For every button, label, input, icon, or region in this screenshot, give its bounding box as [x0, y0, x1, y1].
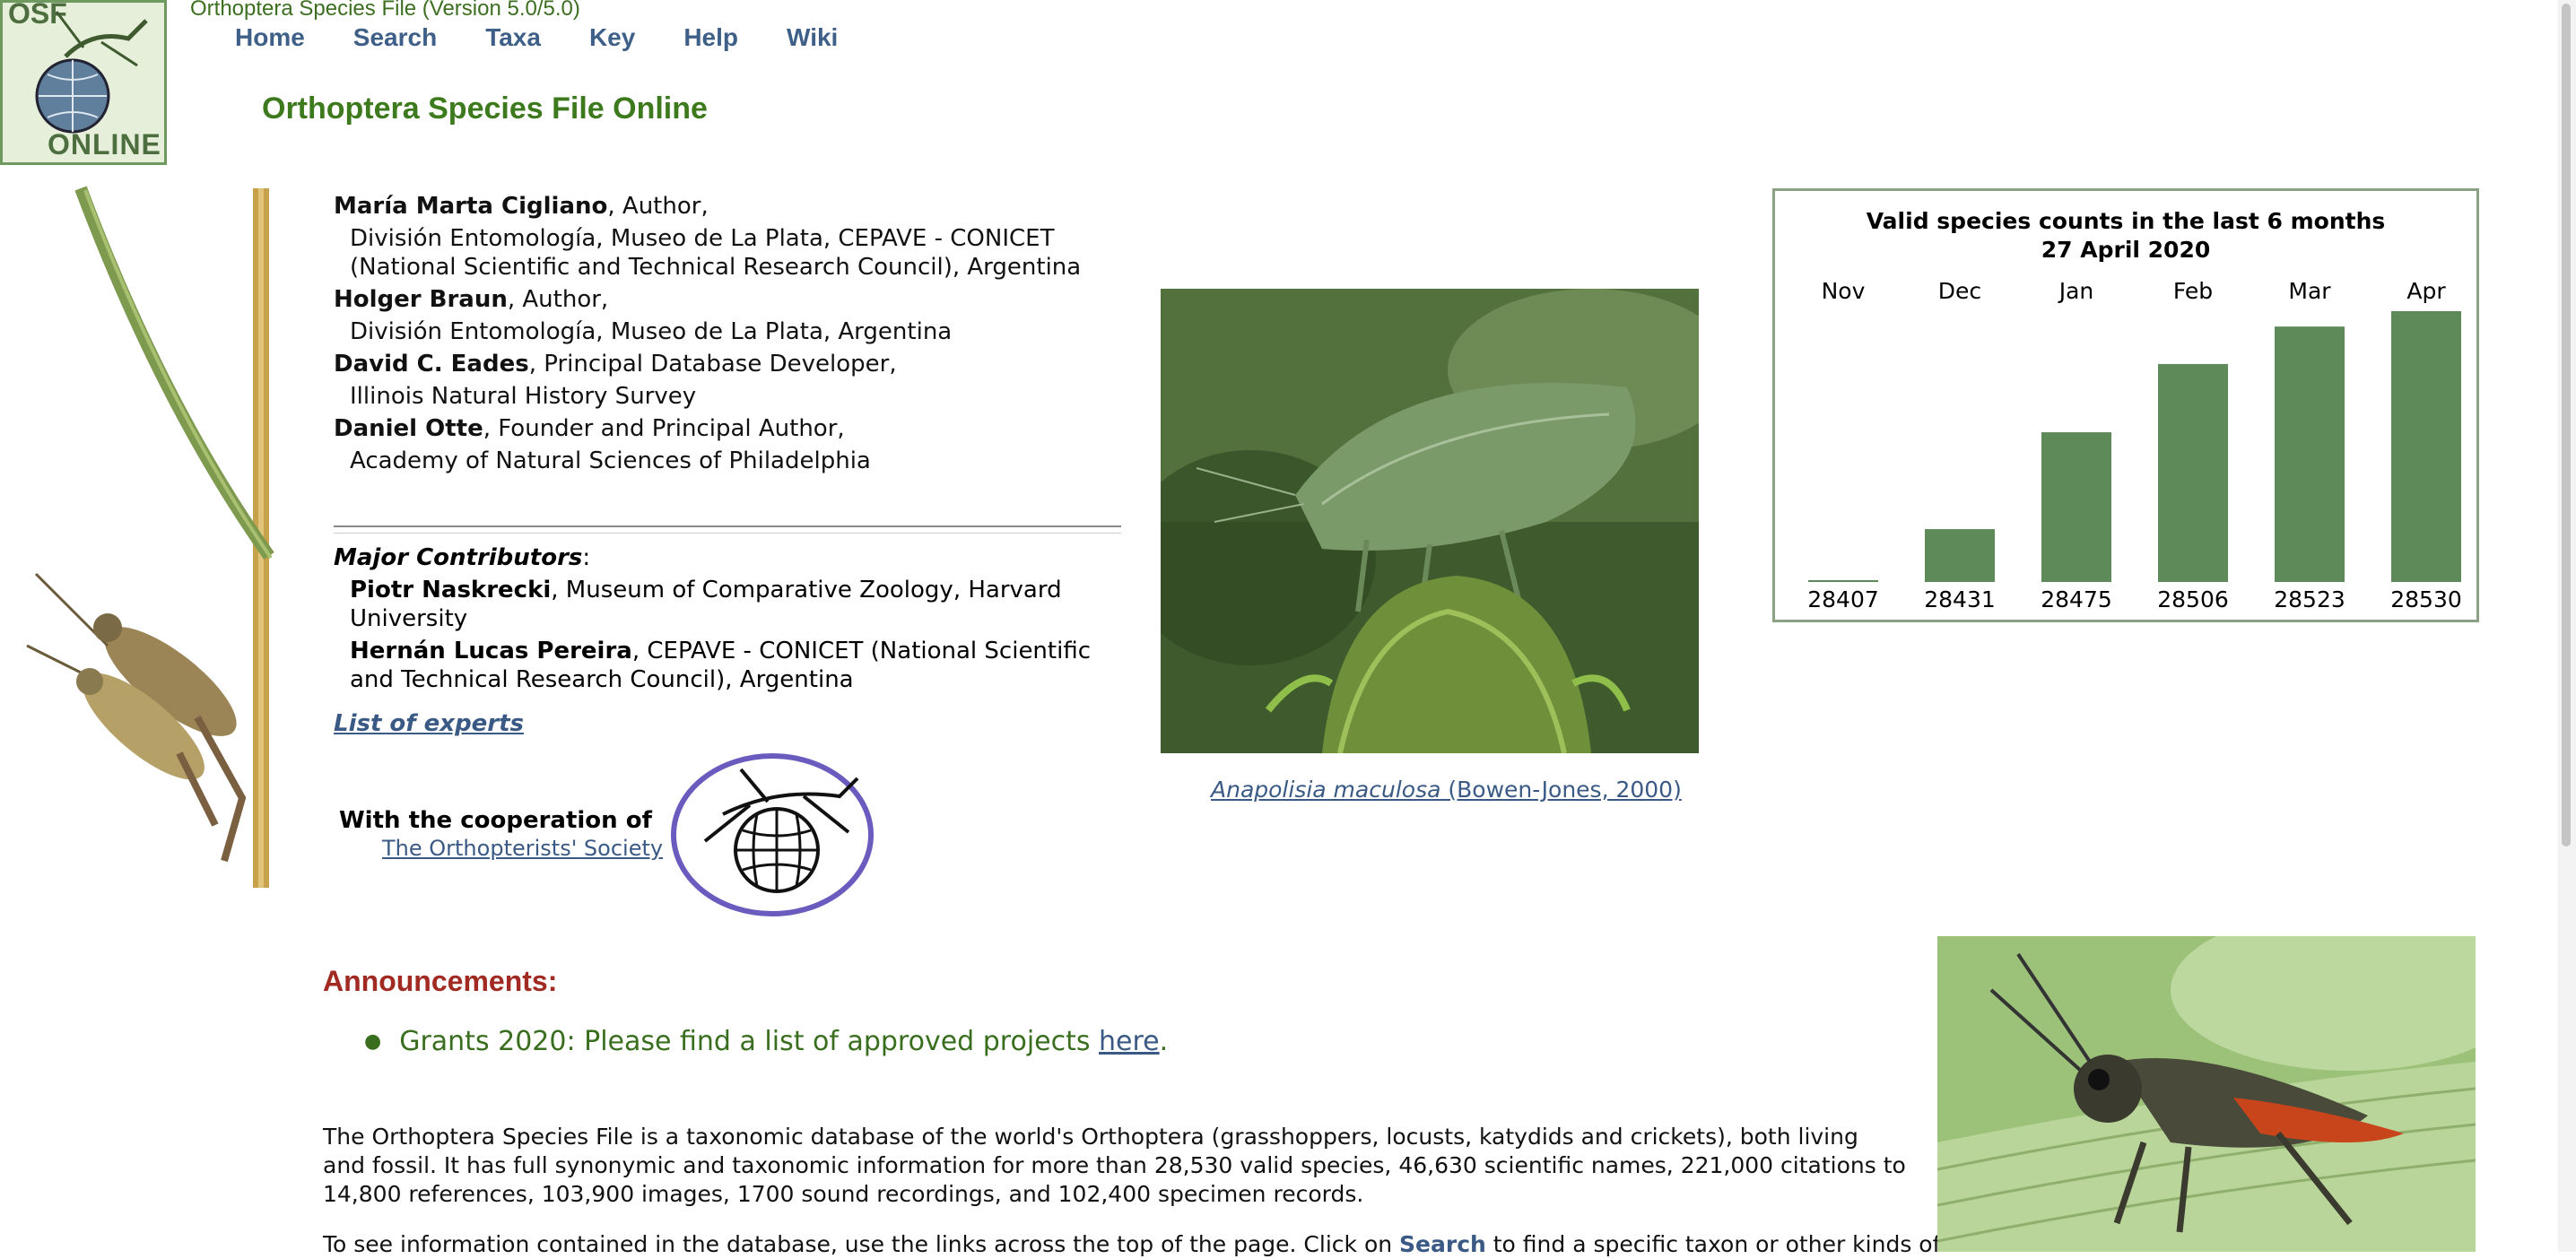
species-name: Anapolisia maculosa	[1211, 777, 1441, 803]
author-entry: Daniel Otte, Founder and Principal Autho…	[334, 414, 1123, 443]
authors-list: María Marta Cigliano, Author, División E…	[334, 192, 1123, 479]
list-of-experts-link[interactable]: List of experts	[334, 710, 524, 737]
chart-value-label: 28407	[1807, 586, 1879, 612]
osf-logo[interactable]: OSF ONLINE	[0, 0, 167, 165]
chart-bar	[2041, 432, 2111, 582]
chart-value-label: 28530	[2390, 586, 2462, 612]
chart-category-label: Feb	[2173, 278, 2213, 304]
chart-value-label: 28431	[1924, 586, 1996, 612]
announcements-title: Announcements:	[323, 965, 558, 997]
cooperation-label: With the cooperation of	[339, 807, 652, 834]
contributor-name: Hernán Lucas Pereira	[350, 638, 632, 664]
contributors-heading: Major Contributors	[334, 544, 583, 571]
grasshopper-on-stem-image	[26, 186, 274, 888]
author-affiliation: Illinois Natural History Survey	[350, 383, 697, 410]
author-role: , Principal Database Developer,	[528, 351, 897, 378]
chart-value-label: 28506	[2157, 586, 2229, 612]
author-name: Holger Braun	[334, 286, 508, 313]
instructions-text-end: to find a specific taxon or other kinds …	[1485, 1231, 1941, 1257]
announcement-end: .	[1159, 1026, 1169, 1057]
announcement-item: ● Grants 2020: Please find a list of appr…	[364, 1026, 1168, 1057]
chart-category-label: Mar	[2288, 278, 2331, 304]
chart-category-label: Jan	[2058, 278, 2094, 304]
orthopterists-society-logo[interactable]	[669, 751, 875, 918]
orthopterists-society-link[interactable]: The Orthopterists' Society	[382, 836, 663, 861]
chart-category-label: Nov	[1822, 278, 1866, 304]
nav-home[interactable]: Home	[235, 23, 305, 52]
about-paragraph: The Orthoptera Species File is a taxonom…	[323, 1124, 1906, 1207]
author-name: María Marta Cigliano	[334, 193, 608, 220]
author-affiliation: División Entomología, Museo de La Plata,…	[350, 225, 1082, 281]
chart-bar	[2391, 311, 2461, 582]
author-role: , Founder and Principal Author,	[483, 415, 845, 442]
chart-bar	[1808, 580, 1878, 582]
bullet-icon: ●	[364, 1030, 382, 1053]
chart-plot: Nov 28407 Dec 28431 Jan 28475 Feb 28506 Mar 28523…	[1807, 278, 2462, 612]
scrollbar-thumb[interactable]	[2562, 4, 2571, 847]
chart-bar	[1925, 529, 1995, 582]
top-nav: Home Search Taxa Key Help Wiki	[235, 23, 886, 52]
nav-key[interactable]: Key	[589, 23, 635, 52]
contributor-entry: Piotr Naskrecki, Museum of Comparative Z…	[334, 576, 1123, 633]
author-name: David C. Eades	[334, 351, 529, 378]
nav-help[interactable]: Help	[683, 23, 738, 52]
author-role: , Author,	[607, 193, 709, 220]
chart-bar	[2158, 363, 2228, 582]
nav-search[interactable]: Search	[353, 23, 437, 52]
grasshopper-photo[interactable]	[1937, 936, 2476, 1252]
photo-caption-link[interactable]: Anapolisia maculosa (Bowen-Jones, 2000)	[1211, 777, 1682, 803]
katydid-photo[interactable]	[1161, 289, 1699, 753]
instructions-text: To see information contained in the data…	[323, 1231, 1400, 1257]
author-role: , Author,	[507, 286, 609, 313]
announcement-here-link[interactable]: here	[1099, 1026, 1160, 1057]
announcement-text: Grants 2020: Please find a list of appro…	[399, 1026, 1100, 1057]
author-affiliation: División Entomología, Museo de La Plata,…	[350, 318, 953, 345]
species-count-chart: Valid species counts in the last 6 month…	[1772, 188, 2479, 622]
species-author: (Bowen-Jones, 2000)	[1440, 777, 1682, 803]
author-name: Daniel Otte	[334, 415, 483, 442]
chart-category-label: Apr	[2406, 278, 2446, 304]
instructions-paragraph: To see information contained in the data…	[323, 1230, 1940, 1259]
section-divider	[334, 525, 1121, 534]
version-text: Orthoptera Species File (Version 5.0/5.0…	[190, 0, 580, 21]
chart-value-label: 28523	[2274, 586, 2345, 612]
chart-bar	[2275, 326, 2345, 582]
logo-online-text: ONLINE	[48, 128, 161, 161]
author-entry: David C. Eades, Principal Database Devel…	[334, 350, 1123, 378]
chart-value-label: 28475	[2041, 586, 2112, 612]
instructions-search-link[interactable]: Search	[1399, 1231, 1486, 1257]
contributor-name: Piotr Naskrecki	[350, 577, 552, 603]
author-entry: Holger Braun, Author,	[334, 285, 1123, 314]
contributors-heading-colon: :	[582, 544, 591, 571]
nav-taxa[interactable]: Taxa	[485, 23, 541, 52]
nav-wiki[interactable]: Wiki	[787, 23, 838, 52]
author-affiliation: Academy of Natural Sciences of Philadelp…	[350, 447, 871, 474]
contributor-entry: Hernán Lucas Pereira, CEPAVE - CONICET (…	[334, 637, 1123, 694]
author-entry: María Marta Cigliano, Author,	[334, 192, 1123, 221]
contributors-section: Major Contributors: Piotr Naskrecki, Mus…	[334, 543, 1123, 694]
chart-category-label: Dec	[1938, 278, 1981, 304]
page-title: Orthoptera Species File Online	[262, 91, 708, 126]
